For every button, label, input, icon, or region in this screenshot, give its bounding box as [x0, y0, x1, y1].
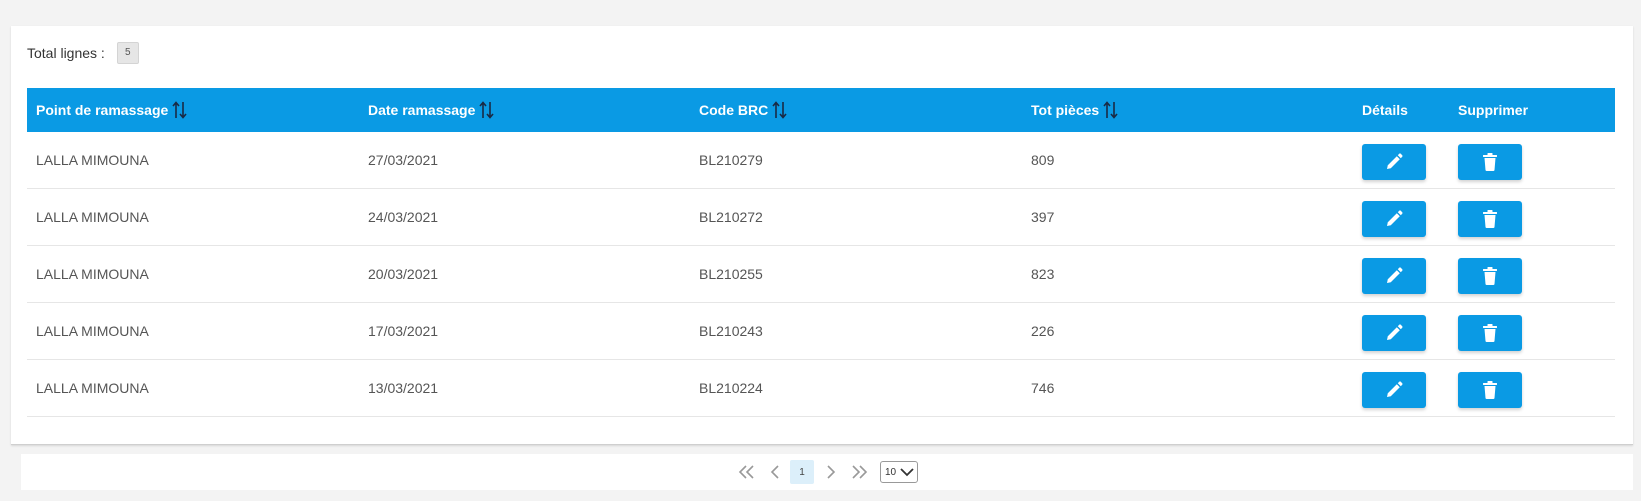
details-button[interactable] [1362, 201, 1426, 237]
column-header-tot-pieces[interactable]: Tot pièces [1031, 88, 1120, 132]
pencil-icon [1387, 153, 1403, 169]
column-header-label: Point de ramassage [36, 102, 169, 118]
table-row: LALLA MIMOUNA 20/03/2021 BL210255 823 [27, 246, 1615, 303]
delete-button[interactable] [1458, 372, 1522, 408]
cell-code-brc: BL210279 [699, 152, 763, 168]
content-card: Total lignes : 5 Point de ramassage Date… [11, 26, 1633, 445]
column-header-label: Date ramassage [368, 102, 476, 118]
chevron-right-icon [827, 465, 836, 479]
chevron-down-icon [900, 468, 914, 477]
column-header-label: Code BRC [699, 102, 769, 118]
table-row: LALLA MIMOUNA 13/03/2021 BL210224 746 [27, 360, 1615, 417]
previous-page-button[interactable] [764, 460, 786, 484]
column-header-supprimer: Supprimer [1458, 102, 1529, 118]
cell-tot-pieces: 823 [1031, 266, 1055, 282]
cell-date-ramassage: 20/03/2021 [368, 266, 439, 282]
cell-point-ramassage: LALLA MIMOUNA [36, 152, 149, 168]
cell-date-ramassage: 13/03/2021 [368, 380, 439, 396]
pencil-icon [1387, 324, 1403, 340]
sort-icon[interactable] [478, 100, 496, 120]
first-page-button[interactable] [736, 460, 758, 484]
trash-icon [1483, 267, 1497, 285]
table-row: LALLA MIMOUNA 27/03/2021 BL210279 809 [27, 132, 1615, 189]
last-page-button[interactable] [848, 460, 870, 484]
sort-icon[interactable] [171, 100, 189, 120]
pencil-icon [1387, 381, 1403, 397]
top-strip [0, 0, 1641, 26]
trash-icon [1483, 153, 1497, 171]
cell-code-brc: BL210224 [699, 380, 763, 396]
cell-tot-pieces: 746 [1031, 380, 1055, 396]
cell-point-ramassage: LALLA MIMOUNA [36, 266, 149, 282]
cell-date-ramassage: 17/03/2021 [368, 323, 439, 339]
total-lines-badge: 5 [116, 42, 139, 64]
double-chevron-right-icon [852, 465, 868, 479]
rows-per-page-value: 10 [885, 466, 897, 478]
cell-point-ramassage: LALLA MIMOUNA [36, 323, 149, 339]
table-header: Point de ramassage Date ramassage Code B… [27, 88, 1615, 132]
column-header-date-ramassage[interactable]: Date ramassage [368, 88, 496, 132]
cell-point-ramassage: LALLA MIMOUNA [36, 209, 149, 225]
data-table: Point de ramassage Date ramassage Code B… [27, 88, 1615, 417]
cell-tot-pieces: 809 [1031, 152, 1055, 168]
chevron-left-icon [770, 465, 779, 479]
double-chevron-left-icon [738, 465, 754, 479]
page-number-current[interactable]: 1 [790, 460, 814, 484]
cell-point-ramassage: LALLA MIMOUNA [36, 380, 149, 396]
rows-per-page-select[interactable]: 10 [880, 461, 918, 483]
column-header-label: Tot pièces [1031, 102, 1100, 118]
cell-tot-pieces: 397 [1031, 209, 1055, 225]
details-button[interactable] [1362, 144, 1426, 180]
pencil-icon [1387, 210, 1403, 226]
trash-icon [1483, 381, 1497, 399]
delete-button[interactable] [1458, 315, 1522, 351]
delete-button[interactable] [1458, 258, 1522, 294]
cell-tot-pieces: 226 [1031, 323, 1055, 339]
delete-button[interactable] [1458, 201, 1522, 237]
cell-code-brc: BL210272 [699, 209, 763, 225]
cell-date-ramassage: 27/03/2021 [368, 152, 439, 168]
column-header-code-brc[interactable]: Code BRC [699, 88, 789, 132]
column-header-details: Détails [1362, 102, 1408, 118]
sort-icon[interactable] [1102, 100, 1120, 120]
cell-code-brc: BL210255 [699, 266, 763, 282]
total-lines-label: Total lignes : [27, 45, 105, 61]
pencil-icon [1387, 267, 1403, 283]
sort-icon[interactable] [771, 100, 789, 120]
pagination-bar: 1 10 [21, 454, 1633, 490]
details-button[interactable] [1362, 372, 1426, 408]
cell-date-ramassage: 24/03/2021 [368, 209, 439, 225]
cell-code-brc: BL210243 [699, 323, 763, 339]
total-lines: Total lignes : 5 [27, 42, 139, 64]
next-page-button[interactable] [820, 460, 842, 484]
trash-icon [1483, 210, 1497, 228]
table-row: LALLA MIMOUNA 17/03/2021 BL210243 226 [27, 303, 1615, 360]
details-button[interactable] [1362, 315, 1426, 351]
column-header-point-ramassage[interactable]: Point de ramassage [36, 88, 189, 132]
trash-icon [1483, 324, 1497, 342]
details-button[interactable] [1362, 258, 1426, 294]
table-row: LALLA MIMOUNA 24/03/2021 BL210272 397 [27, 189, 1615, 246]
delete-button[interactable] [1458, 144, 1522, 180]
